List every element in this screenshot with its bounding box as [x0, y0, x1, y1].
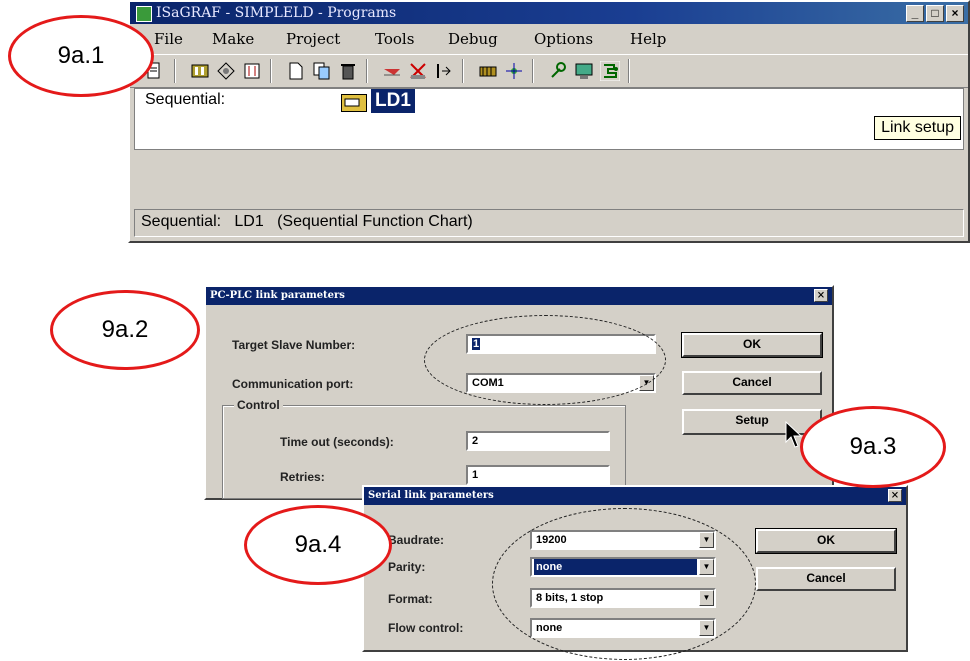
menu-project[interactable]: Project	[286, 30, 340, 48]
link-setup-icon[interactable]	[599, 60, 621, 82]
delete-icon[interactable]	[338, 61, 358, 81]
retries-input[interactable]: 1	[466, 465, 610, 485]
serial-cancel-button[interactable]: Cancel	[756, 567, 896, 591]
link-dialog-titlebar[interactable]: PC-PLC link parameters ×	[206, 287, 832, 305]
menu-tools[interactable]: Tools	[375, 30, 414, 48]
serial-dialog-title: Serial link parameters	[368, 490, 494, 501]
parity-label: Parity:	[388, 560, 426, 574]
minimize-button[interactable]: _	[906, 5, 924, 22]
sfc-program-icon	[341, 94, 367, 112]
run-icon[interactable]	[434, 61, 454, 81]
monitor-icon[interactable]	[574, 61, 594, 81]
retries-value: 1	[472, 469, 479, 481]
section-label: Sequential:	[145, 91, 226, 108]
connections-icon[interactable]	[216, 61, 236, 81]
highlight-ellipse-link-fields	[424, 315, 666, 405]
menu-help[interactable]: Help	[630, 30, 666, 48]
toolbar	[130, 54, 968, 88]
timeout-input[interactable]: 2	[466, 431, 610, 451]
close-button[interactable]: ×	[946, 5, 964, 22]
dictionary-icon[interactable]	[190, 61, 210, 81]
callout-9a-4: 9a.4	[244, 505, 392, 585]
callout-9a-3: 9a.3	[800, 406, 946, 488]
retries-label: Retries:	[280, 470, 325, 484]
isagraf-main-window: ISaGRAF - SIMPLELD - Programs _ □ × File…	[128, 0, 970, 243]
flow-control-label: Flow control:	[388, 621, 464, 635]
callout-9a-1: 9a.1	[8, 15, 154, 97]
status-bar: Sequential: LD1 (Sequential Function Cha…	[134, 209, 964, 237]
control-group-label: Control	[234, 398, 283, 412]
timeout-value: 2	[472, 435, 479, 447]
status-text: Sequential: LD1 (Sequential Function Cha…	[141, 213, 473, 230]
serial-dialog-titlebar[interactable]: Serial link parameters ×	[364, 487, 906, 505]
serial-ok-button[interactable]: OK	[755, 528, 897, 554]
main-titlebar[interactable]: ISaGRAF - SIMPLELD - Programs _ □ ×	[130, 2, 968, 24]
baudrate-label: Baudrate:	[388, 533, 445, 547]
menu-debug[interactable]: Debug	[448, 30, 498, 48]
program-item-ld1[interactable]: LD1	[371, 89, 415, 113]
format-label: Format:	[388, 592, 433, 606]
menu-file[interactable]: File	[154, 30, 183, 48]
link-cancel-button[interactable]: Cancel	[682, 371, 822, 395]
target-slave-label: Target Slave Number:	[232, 338, 356, 352]
io-icon[interactable]	[242, 61, 262, 81]
link-ok-button[interactable]: OK	[681, 332, 823, 358]
maximize-button[interactable]: □	[926, 5, 944, 22]
link-dialog-close-button[interactable]: ×	[814, 289, 828, 302]
network-icon[interactable]	[504, 61, 524, 81]
menu-options[interactable]: Options	[534, 30, 593, 48]
app-icon	[136, 6, 152, 22]
verify-icon[interactable]	[408, 61, 428, 81]
new-icon[interactable]	[286, 61, 306, 81]
menu-make[interactable]: Make	[212, 30, 254, 48]
timeout-label: Time out (seconds):	[280, 435, 394, 449]
comm-port-label: Communication port:	[232, 377, 354, 391]
highlight-ellipse-serial-fields	[492, 508, 756, 660]
callout-9a-2: 9a.2	[50, 290, 200, 370]
link-dialog-title: PC-PLC link parameters	[210, 290, 345, 301]
bus-icon[interactable]	[478, 61, 498, 81]
window-title: ISaGRAF - SIMPLELD - Programs	[156, 5, 397, 21]
programs-list: Sequential: LD1 Link setup	[134, 88, 964, 150]
link-setup-tooltip: Link setup	[874, 116, 961, 140]
serial-dialog-close-button[interactable]: ×	[888, 489, 902, 502]
compile-icon[interactable]	[382, 61, 402, 81]
debug-icon[interactable]	[548, 61, 568, 81]
copy-icon[interactable]	[312, 61, 332, 81]
